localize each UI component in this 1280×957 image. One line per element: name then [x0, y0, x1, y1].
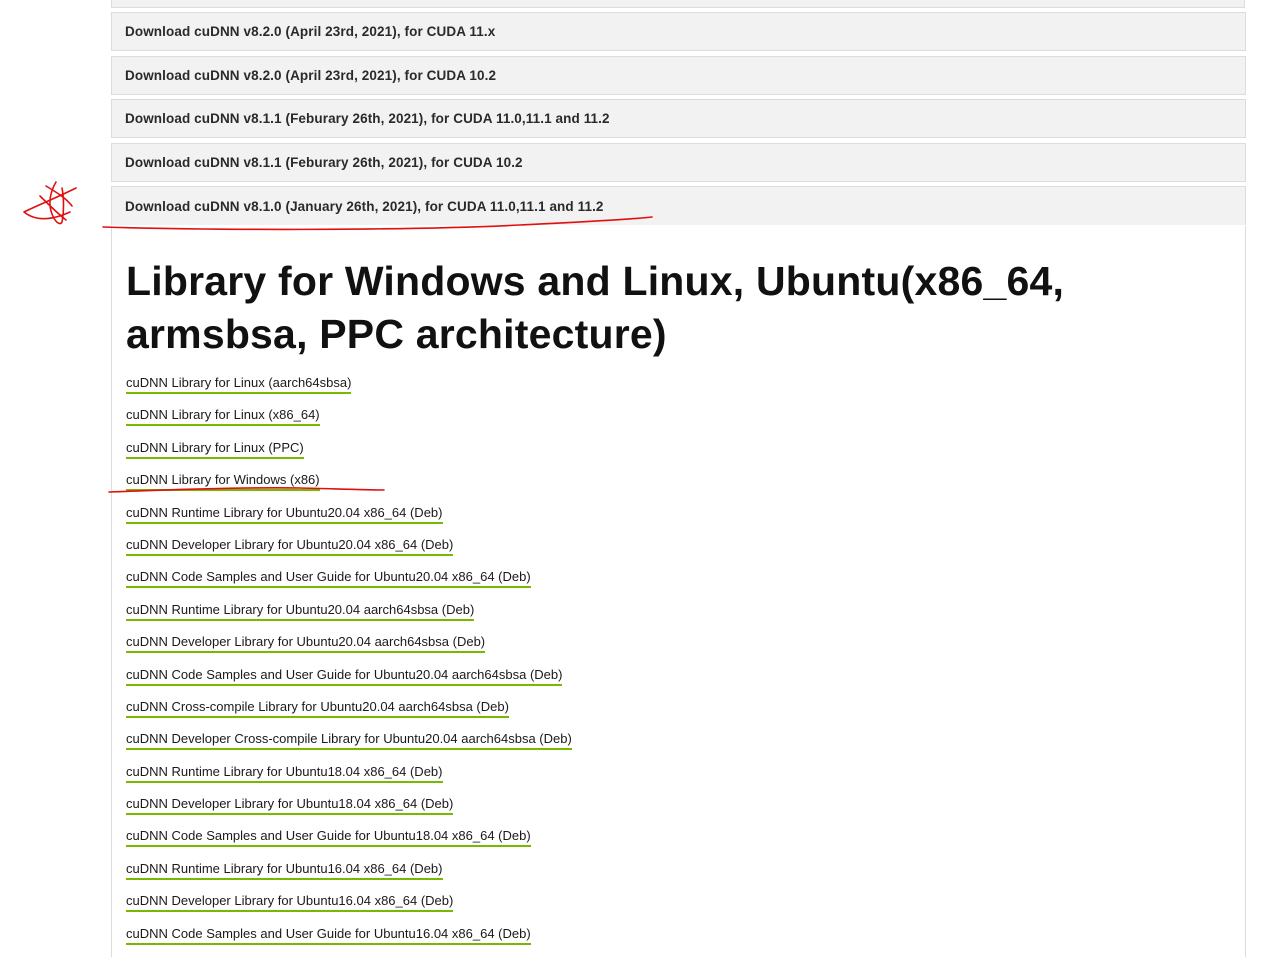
link-developer-cross-compile-ubuntu2004-aarch64sbsa[interactable]: cuDNN Developer Cross-compile Library fo…: [126, 731, 572, 763]
accordion-previous-item-edge[interactable]: [111, 0, 1245, 8]
accordion-item-label: Download cuDNN v8.1.1 (Feburary 26th, 20…: [125, 111, 610, 126]
link-linux-aarch64sbsa[interactable]: cuDNN Library for Linux (aarch64sbsa): [126, 375, 352, 407]
link-cross-compile-ubuntu2004-aarch64sbsa[interactable]: cuDNN Cross-compile Library for Ubuntu20…: [126, 699, 509, 731]
accordion-item-cudnn-820-cuda102[interactable]: Download cuDNN v8.2.0 (April 23rd, 2021)…: [111, 55, 1246, 95]
link-developer-ubuntu2004-x86-64[interactable]: cuDNN Developer Library for Ubuntu20.04 …: [126, 537, 454, 569]
link-developer-ubuntu1604-x86-64[interactable]: cuDNN Developer Library for Ubuntu16.04 …: [126, 893, 454, 925]
section-title: Library for Windows and Linux, Ubuntu(x8…: [126, 258, 1065, 357]
link-windows-x86[interactable]: cuDNN Library for Windows (x86): [126, 472, 320, 504]
link-samples-ubuntu2004-x86-64[interactable]: cuDNN Code Samples and User Guide for Ub…: [126, 569, 531, 601]
link-runtime-ubuntu2004-aarch64sbsa[interactable]: cuDNN Runtime Library for Ubuntu20.04 aa…: [126, 602, 475, 634]
link-runtime-ubuntu1604-x86-64[interactable]: cuDNN Runtime Library for Ubuntu16.04 x8…: [126, 861, 443, 893]
link-developer-ubuntu2004-aarch64sbsa[interactable]: cuDNN Developer Library for Ubuntu20.04 …: [126, 634, 486, 666]
link-linux-ppc[interactable]: cuDNN Library for Linux (PPC): [126, 440, 304, 472]
accordion-item-label: Download cuDNN v8.1.1 (Feburary 26th, 20…: [125, 154, 523, 170]
accordion-item-cudnn-820-cuda11x[interactable]: Download cuDNN v8.2.0 (April 23rd, 2021)…: [111, 12, 1246, 51]
link-samples-ubuntu1604-x86-64[interactable]: cuDNN Code Samples and User Guide for Ub…: [126, 926, 531, 957]
accordion-panel-cudnn-810: Library for Windows and Linux, Ubuntu(x8…: [111, 226, 1246, 957]
accordion-item-cudnn-811-cuda11[interactable]: Download cuDNN v8.1.1 (Feburary 26th, 20…: [111, 99, 1246, 138]
link-runtime-ubuntu1804-x86-64[interactable]: cuDNN Runtime Library for Ubuntu18.04 x8…: [126, 764, 443, 796]
accordion-item-cudnn-810-cuda11[interactable]: Download cuDNN v8.1.0 (January 26th, 202…: [111, 186, 1246, 225]
accordion-item-cudnn-811-cuda102[interactable]: Download cuDNN v8.1.1 (Feburary 26th, 20…: [111, 142, 1246, 182]
link-runtime-ubuntu2004-x86-64[interactable]: cuDNN Runtime Library for Ubuntu20.04 x8…: [126, 505, 443, 537]
link-linux-x86-64[interactable]: cuDNN Library for Linux (x86_64): [126, 407, 320, 439]
link-samples-ubuntu1804-x86-64[interactable]: cuDNN Code Samples and User Guide for Ub…: [126, 828, 531, 860]
download-link-list: cuDNN Library for Linux (aarch64sbsa) cu…: [126, 375, 572, 957]
star-scribble-mark: [23, 181, 77, 225]
accordion-item-label: Download cuDNN v8.2.0 (April 23rd, 2021)…: [125, 67, 497, 83]
accordion-item-label: Download cuDNN v8.1.0 (January 26th, 202…: [125, 198, 604, 214]
accordion-item-label: Download cuDNN v8.2.0 (April 23rd, 2021)…: [125, 24, 496, 39]
download-accordion: Download cuDNN v8.2.0 (April 23rd, 2021)…: [111, 12, 1246, 225]
link-developer-ubuntu1804-x86-64[interactable]: cuDNN Developer Library for Ubuntu18.04 …: [126, 796, 454, 828]
page: Download cuDNN v8.2.0 (April 23rd, 2021)…: [0, 0, 1280, 957]
link-samples-ubuntu2004-aarch64sbsa[interactable]: cuDNN Code Samples and User Guide for Ub…: [126, 667, 563, 699]
